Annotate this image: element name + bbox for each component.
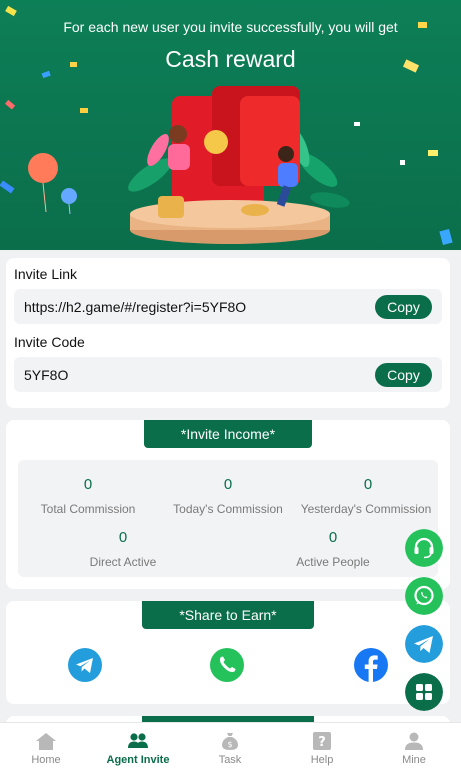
share-header: *Share to Earn* [142,601,314,629]
tab-agent-invite[interactable]: Agent Invite [92,723,184,775]
copy-code-button[interactable]: Copy [375,363,432,387]
user-icon [405,732,423,750]
copy-link-button[interactable]: Copy [375,295,432,319]
todays-commission-label: Today's Commission [173,502,283,516]
help-icon: ? [313,732,331,750]
invite-card: Invite Link https://h2.game/#/register?i… [6,258,450,408]
invite-link-value: https://h2.game/#/register?i=5YF8O [24,299,247,315]
tab-home[interactable]: Home [0,723,92,775]
yesterdays-commission-value: 0 [363,476,373,493]
direct-active-label: Direct Active [89,555,157,569]
svg-text:?: ? [318,735,326,750]
invite-code-field: 5YF8O Copy [14,357,442,392]
direct-active-value: 0 [118,529,128,546]
money-bag-icon: $ [222,733,238,750]
hero-subtitle: For each new user you invite successfull… [63,19,398,35]
people-icon [128,733,148,748]
whatsapp-icon[interactable] [405,577,443,615]
facebook-icon[interactable] [354,648,388,682]
tab-help-label: Help [310,754,334,766]
invite-income-header: *Invite Income* [144,420,312,448]
tab-task-label: Task [218,754,242,766]
tab-task[interactable]: $ Task [184,723,276,775]
todays-commission-value: 0 [223,476,233,493]
active-people-label: Active People [296,555,370,569]
svg-text:$: $ [227,740,232,749]
total-commission-label: Total Commission [40,502,136,516]
total-commission-value: 0 [83,476,93,493]
invite-link-label: Invite Link [14,266,78,282]
telegram-icon[interactable] [68,648,102,682]
hero-illustration [0,5,453,246]
hero-banner: For each new user you invite successfull… [0,0,461,250]
invite-code-label: Invite Code [14,334,85,350]
tab-mine[interactable]: Mine [368,723,460,775]
yesterdays-commission-label: Yesterday's Commission [300,502,432,516]
share-card: *Share to Earn* [6,601,450,704]
invite-link-field: https://h2.game/#/register?i=5YF8O Copy [14,289,442,324]
invite-income-card: *Invite Income* 0 Total Commission 0 Tod… [6,420,450,589]
tab-agent-invite-label: Agent Invite [106,754,170,766]
invite-code-value: 5YF8O [24,367,69,383]
active-people-value: 0 [328,529,338,546]
phone-icon[interactable] [210,648,244,682]
tab-help[interactable]: ? Help [276,723,368,775]
tab-home-label: Home [31,754,61,766]
hero-title: Cash reward [165,46,296,72]
grid-icon[interactable] [405,673,443,711]
income-stats: 0 Total Commission 0 Today's Commission … [18,460,438,577]
telegram-float-icon[interactable] [405,625,443,663]
home-icon [36,733,56,750]
tab-mine-label: Mine [402,754,426,766]
bottom-tab-bar: Home Agent Invite $ Task ? Help Mine [0,722,461,775]
headset-icon[interactable] [405,529,443,567]
